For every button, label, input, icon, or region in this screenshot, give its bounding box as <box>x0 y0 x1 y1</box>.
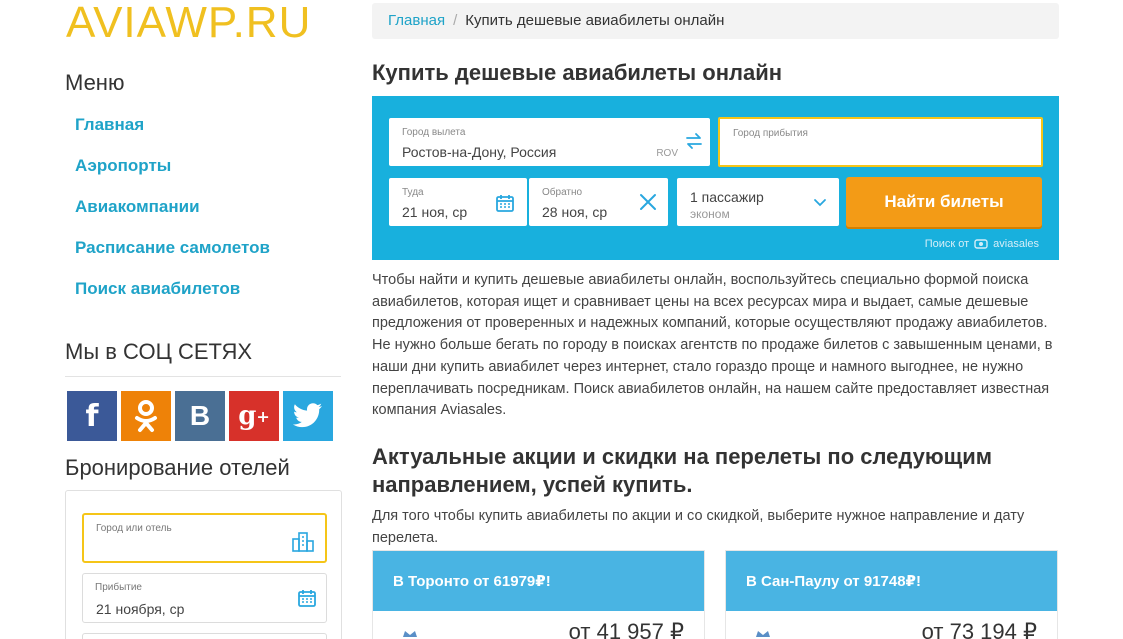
find-tickets-button[interactable]: Найти билеты <box>846 177 1042 227</box>
twitter-icon[interactable] <box>283 391 333 441</box>
breadcrumb-current: Купить дешевые авиабилеты онлайн <box>465 12 725 29</box>
hotels-title: Бронирование отелей <box>65 455 290 480</box>
page-title: Купить дешевые авиабилеты онлайн <box>372 60 783 85</box>
facebook-icon[interactable]: f <box>67 391 117 441</box>
breadcrumb-home[interactable]: Главная <box>388 12 445 29</box>
cabin-class-value: эконом <box>690 207 730 221</box>
sidebar-item-home[interactable]: Главная <box>75 112 270 153</box>
airline-crown-icon <box>402 631 418 639</box>
deals-heading: Актуальные акции и скидки на перелеты по… <box>372 444 993 497</box>
depart-label: Туда <box>402 187 424 198</box>
calendar-icon <box>298 590 316 607</box>
flight-search-form: Город вылета Ростов-на-Дону, Россия ROV … <box>372 96 1059 260</box>
aviasales-logo-icon <box>974 239 988 249</box>
hotel-departure-input[interactable] <box>82 633 327 639</box>
deal-price: от 41 957 ₽ <box>568 619 684 639</box>
deal-title: В Сан-Паулу от 91748₽! <box>726 551 1057 611</box>
origin-value: Ростов-на-Дону, Россия <box>402 144 557 160</box>
deal-card[interactable]: В Торонто от 61979₽! от 41 957 ₽ <box>372 550 705 639</box>
origin-iata-code: ROV <box>656 148 678 159</box>
vkontakte-icon[interactable]: B <box>175 391 225 441</box>
return-label: Обратно <box>542 187 583 198</box>
intro-paragraph: Чтобы найти и купить дешевые авиабилеты … <box>372 272 1053 419</box>
airline-crown-icon <box>755 631 771 639</box>
swap-icon[interactable] <box>685 132 703 150</box>
sidebar-item-ticket-search[interactable]: Поиск авиабилетов <box>75 276 270 317</box>
depart-date-input[interactable]: Туда 21 ноя, ср <box>389 178 527 226</box>
hotel-city-label: Город или отель <box>96 523 172 534</box>
deal-card[interactable]: В Сан-Паулу от 91748₽! от 73 194 ₽ <box>725 550 1058 639</box>
hotel-arrival-input[interactable]: Прибытие 21 ноября, ср <box>82 573 327 623</box>
chevron-down-icon <box>814 199 826 207</box>
deals-intro: Для того чтобы купить авиабилеты по акци… <box>372 508 1025 546</box>
return-value: 28 ноя, ср <box>542 204 608 220</box>
origin-label: Город вылета <box>402 127 466 138</box>
powered-by-brand: aviasales <box>993 238 1039 250</box>
social-links: f B g + <box>67 391 333 441</box>
menu-title: Меню <box>65 70 125 95</box>
sidebar-menu: Главная Аэропорты Авиакомпании Расписани… <box>75 112 270 317</box>
odnoklassniki-icon[interactable] <box>121 391 171 441</box>
passengers-value: 1 пассажир <box>690 189 764 205</box>
hotel-city-input[interactable]: Город или отель <box>82 513 327 563</box>
powered-by[interactable]: Поиск от aviasales <box>925 237 1039 251</box>
hotel-arrival-value: 21 ноября, ср <box>96 601 185 617</box>
passengers-select[interactable]: 1 пассажир эконом <box>677 178 839 226</box>
close-icon[interactable] <box>639 193 657 211</box>
depart-value: 21 ноя, ср <box>402 204 468 220</box>
city-buildings-icon <box>292 532 314 552</box>
site-logo[interactable]: AVIAWP.RU <box>66 0 311 46</box>
sidebar-item-airlines[interactable]: Авиакомпании <box>75 194 270 235</box>
hotel-arrival-label: Прибытие <box>95 582 142 593</box>
calendar-icon[interactable] <box>496 194 514 212</box>
hotel-booking-form: Город или отель Прибытие 21 ноября, ср <box>65 490 342 639</box>
deal-price: от 73 194 ₽ <box>921 619 1037 639</box>
destination-city-input[interactable]: Город прибытия <box>718 117 1043 167</box>
sidebar-item-airports[interactable]: Аэропорты <box>75 153 270 194</box>
google-plus-icon[interactable]: g + <box>229 391 279 441</box>
breadcrumb-separator: / <box>453 12 458 29</box>
destination-label: Город прибытия <box>733 128 808 139</box>
breadcrumb: Главная / Купить дешевые авиабилеты онлайн <box>372 3 1059 39</box>
origin-city-input[interactable]: Город вылета Ростов-на-Дону, Россия ROV <box>389 118 710 166</box>
divider <box>65 376 341 377</box>
sidebar-item-schedule[interactable]: Расписание самолетов <box>75 235 270 276</box>
social-title: Мы в СОЦ СЕТЯХ <box>65 339 253 364</box>
return-date-input[interactable]: Обратно 28 ноя, ср <box>529 178 668 226</box>
powered-by-label: Поиск от <box>924 238 970 250</box>
deal-title: В Торонто от 61979₽! <box>373 551 704 611</box>
